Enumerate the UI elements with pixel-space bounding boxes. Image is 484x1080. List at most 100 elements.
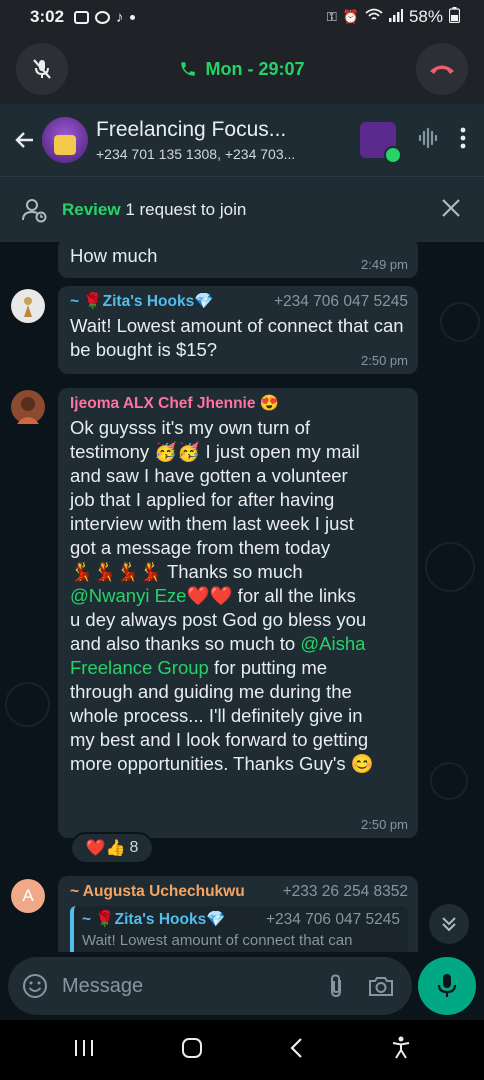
message-bubble[interactable]: Ijeoma ALX Chef Jhennie 😍 Ok guysss it's… xyxy=(58,388,418,838)
double-chevron-down-icon xyxy=(442,917,456,932)
recent-apps-icon xyxy=(75,1039,93,1056)
whatsapp-group-chat-screen: 3:02 ♪ ⚿ ⏰ 58% Mon - 29:07 Freelancing F… xyxy=(0,0,484,1080)
sender-name[interactable]: ~ 🌹Zita's Hooks💎 xyxy=(70,292,214,312)
group-info[interactable]: Freelancing Focus... +234 701 135 1308, … xyxy=(96,118,316,162)
text-line: interview with them last week I just xyxy=(70,513,354,534)
sender-avatar[interactable] xyxy=(11,390,45,424)
text-line: and saw I have gotten a volunteer xyxy=(70,465,348,486)
sender-phone: +233 26 254 8352 xyxy=(282,883,408,900)
text-span: for putting me xyxy=(208,657,328,678)
battery-level: 58% xyxy=(408,7,443,26)
audio-wave-icon xyxy=(418,127,438,148)
text-line: u dey always post God go bless you xyxy=(70,609,367,630)
active-call-thumbnail[interactable] xyxy=(360,122,402,164)
message-sender: Ijeoma ALX Chef Jhennie 😍 xyxy=(70,394,408,414)
sender-avatar[interactable] xyxy=(11,289,45,323)
composer-actions xyxy=(328,973,412,999)
call-status[interactable]: Mon - 29:07 xyxy=(179,59,305,80)
notification-icons: ♪ xyxy=(74,9,135,26)
dancer-emoji: 💃💃💃💃 xyxy=(70,561,163,582)
end-call-icon xyxy=(430,65,454,74)
text-line: my best and I look forward to getting xyxy=(70,729,369,750)
reaction-emojis: ❤️👍 xyxy=(85,840,126,857)
sender-name[interactable]: Ijeoma ALX Chef Jhennie 😍 xyxy=(70,394,279,414)
message-text: Wait! Lowest amount of connect that can … xyxy=(70,315,404,360)
phone-icon xyxy=(181,62,196,76)
text-line: Freelance Group for putting me xyxy=(70,656,408,680)
voice-chat-button[interactable] xyxy=(416,126,440,155)
wallpaper-doodle xyxy=(5,682,50,727)
message-time: 2:50 pm xyxy=(361,817,408,832)
battery-icon xyxy=(448,6,461,28)
dismiss-banner-button[interactable] xyxy=(440,197,462,224)
emoji-icon[interactable] xyxy=(22,973,48,999)
microphone-icon xyxy=(437,974,457,997)
message-input[interactable] xyxy=(62,974,292,998)
back-button[interactable] xyxy=(8,128,42,152)
sender-name[interactable]: ~ Augusta Uchechukwu xyxy=(70,882,245,902)
arrow-back-icon xyxy=(15,132,33,148)
text-span: more opportunities. Thanks Guy's xyxy=(70,753,351,774)
more-vertical-icon xyxy=(460,127,466,148)
ongoing-call-bar[interactable]: Mon - 29:07 xyxy=(0,34,484,104)
quoted-sender-name: ~ 🌹Zita's Hooks💎 xyxy=(82,911,226,928)
alarm-icon: ⏰ xyxy=(342,9,359,24)
message-bubble[interactable]: How much 2:49 pm xyxy=(58,242,418,278)
signal-icon xyxy=(388,7,403,27)
camera-icon[interactable] xyxy=(368,974,394,998)
wallpaper-doodle xyxy=(425,542,475,592)
key-icon: ⚿ xyxy=(326,9,337,24)
chat-header: Freelancing Focus... +234 701 135 1308, … xyxy=(0,104,484,176)
system-icons: ⚿ ⏰ 58% xyxy=(326,6,461,28)
message-sender: ~ Augusta Uchechukwu +233 26 254 8352 xyxy=(70,882,408,902)
reaction-count: 8 xyxy=(129,839,139,856)
status-bar: 3:02 ♪ ⚿ ⏰ 58% xyxy=(0,0,484,34)
whatsapp-icon xyxy=(95,10,111,24)
text-span: Thanks so much xyxy=(162,561,303,582)
message-sender: ~ 🌹Zita's Hooks💎 +234 706 047 5245 xyxy=(70,292,408,312)
message-reactions[interactable]: ❤️👍 8 xyxy=(70,832,154,864)
header-actions xyxy=(360,122,484,164)
status-time: 3:02 xyxy=(30,7,65,26)
person-request-icon xyxy=(22,198,47,222)
message-list[interactable]: How much 2:49 pm ~ 🌹Zita's Hooks💎 +234 7… xyxy=(0,242,484,952)
message-text: How much xyxy=(70,245,158,266)
message-bubble[interactable]: ~ Augusta Uchechukwu +233 26 254 8352 ~ … xyxy=(58,876,418,952)
close-icon xyxy=(442,199,460,217)
mention-link[interactable]: @Nwanyi Eze xyxy=(70,585,186,606)
text-line: through and guiding me during the xyxy=(70,681,352,702)
text-line: more opportunities. Thanks Guy's 😊 xyxy=(70,752,408,776)
sender-phone: +234 706 047 5245 xyxy=(273,293,408,310)
message-input-pill[interactable] xyxy=(8,957,412,1015)
review-link[interactable]: Review xyxy=(62,200,121,219)
text-line: testimony 🥳🥳 I just open my mail xyxy=(70,440,408,464)
scroll-to-bottom-button[interactable] xyxy=(429,904,469,944)
text-line: Ok guysss it's my own turn of xyxy=(70,417,310,438)
recent-apps-button[interactable] xyxy=(73,1038,95,1063)
wallpaper-doodle xyxy=(430,762,468,800)
home-icon xyxy=(182,1037,202,1058)
system-back-button[interactable] xyxy=(289,1037,305,1064)
accessibility-button[interactable] xyxy=(391,1036,411,1065)
attach-paperclip-icon[interactable] xyxy=(328,973,344,999)
mention-link[interactable]: Freelance Group xyxy=(70,657,209,678)
group-avatar[interactable] xyxy=(42,117,88,163)
review-request-text: Review 1 request to join xyxy=(62,200,246,220)
mute-microphone-button[interactable] xyxy=(16,43,68,95)
tiktok-icon: ♪ xyxy=(116,8,124,26)
sender-avatar[interactable]: A xyxy=(11,879,45,913)
party-face-emoji: 🥳🥳 xyxy=(154,441,201,462)
voice-message-button[interactable] xyxy=(418,957,476,1015)
end-call-button[interactable] xyxy=(416,43,468,95)
message-bubble[interactable]: ~ 🌹Zita's Hooks💎 +234 706 047 5245 Wait!… xyxy=(58,286,418,374)
chevron-left-icon xyxy=(290,1037,302,1058)
home-button[interactable] xyxy=(181,1037,203,1064)
mention-link[interactable]: @Aisha xyxy=(300,633,365,654)
join-request-banner[interactable]: Review 1 request to join xyxy=(0,176,484,242)
text-line: @Nwanyi Eze ❤️❤️ for all the links xyxy=(70,584,408,608)
quoted-message[interactable]: ~ 🌹Zita's Hooks💎 +234 706 047 5245 Wait!… xyxy=(70,906,408,952)
more-options-button[interactable] xyxy=(460,126,466,155)
heart-emoji: ❤️❤️ xyxy=(186,585,233,606)
text-line: 💃💃💃💃 Thanks so much xyxy=(70,560,408,584)
quoted-text: Wait! Lowest amount of connect that can xyxy=(82,932,353,949)
